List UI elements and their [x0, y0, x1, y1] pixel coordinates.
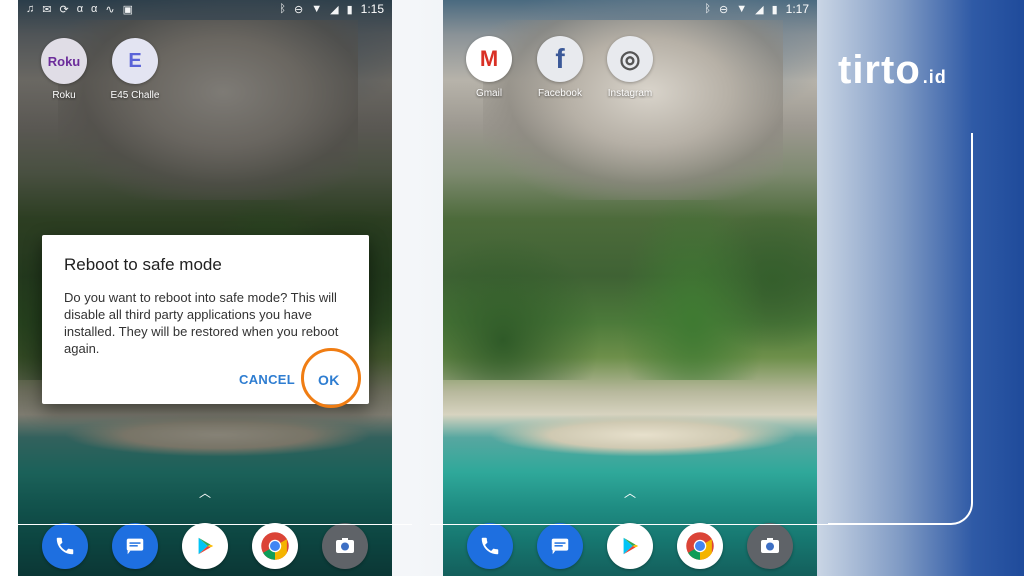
battery-icon: ▮ [346, 3, 353, 16]
camera-icon[interactable] [747, 523, 793, 569]
app-label: Instagram [607, 88, 653, 99]
app-label: Facebook [538, 88, 582, 99]
bluetooth-icon: ᛒ [704, 3, 711, 15]
ok-button[interactable]: OK [318, 372, 340, 388]
app-gmail[interactable]: M Gmail [454, 36, 524, 99]
music-note-icon: ♫ [26, 3, 35, 15]
dialog-message: Do you want to reboot into safe mode? Th… [64, 290, 339, 356]
chevron-up-icon[interactable]: ︿ [623, 484, 637, 500]
system-icons: ᛒ ⊖ ▼ ◢ ▮ 1:15 [279, 2, 384, 16]
e45-icon: E [112, 38, 158, 84]
notification-icons: ♫ ✉ ⟳ α α ∿ ▣ [26, 3, 133, 16]
play-store-icon[interactable] [182, 523, 228, 569]
do-not-disturb-icon: ⊖ [719, 3, 729, 16]
signal-icon: ◢ [755, 3, 764, 16]
wifi-icon: ▼ [736, 3, 748, 15]
app-label: Roku [52, 90, 76, 101]
play-store-icon[interactable] [607, 523, 653, 569]
alpha-icon: α [76, 3, 84, 15]
mail-icon: ✉ [42, 3, 52, 16]
phone-screen-right: ᛒ ⊖ ▼ ◢ ▮ 1:17 M Gmail f Facebook ◎ Inst… [443, 0, 817, 576]
battery-icon: ▮ [771, 3, 778, 16]
status-bar: ♫ ✉ ⟳ α α ∿ ▣ ᛒ ⊖ ▼ ◢ ▮ 1:15 [18, 0, 392, 18]
cancel-button[interactable]: CANCEL [239, 372, 295, 387]
chevron-up-icon[interactable]: ︿ [198, 484, 212, 500]
status-time: 1:15 [360, 2, 384, 16]
phone-app-icon[interactable] [42, 523, 88, 569]
facebook-icon: f [537, 36, 583, 82]
divider-line [0, 524, 412, 525]
do-not-disturb-icon: ⊖ [294, 3, 304, 16]
instagram-icon: ◎ [607, 36, 653, 82]
status-bar: ᛒ ⊖ ▼ ◢ ▮ 1:17 [443, 0, 817, 18]
alpha-icon: α [91, 3, 98, 15]
phone-screen-left: ♫ ✉ ⟳ α α ∿ ▣ ᛒ ⊖ ▼ ◢ ▮ 1:15 Roku Roku E… [18, 0, 392, 576]
divider-line [430, 524, 830, 525]
phone-app-icon[interactable] [467, 523, 513, 569]
app-instagram[interactable]: ◎ Instagram [595, 36, 665, 99]
app-e45-challenge[interactable]: E E45 Challe [100, 38, 170, 101]
messages-app-icon[interactable] [537, 523, 583, 569]
chrome-icon[interactable] [252, 523, 298, 569]
brand-suffix: .id [922, 67, 947, 87]
gmail-icon: M [466, 36, 512, 82]
dialog-title: Reboot to safe mode [64, 255, 222, 274]
camera-icon[interactable] [322, 523, 368, 569]
chrome-icon[interactable] [677, 523, 723, 569]
app-facebook[interactable]: f Facebook [525, 36, 595, 99]
brand-logo: tirto .id [838, 48, 947, 93]
dock [443, 516, 817, 576]
app-roku[interactable]: Roku Roku [29, 38, 99, 101]
roku-icon: Roku [41, 38, 87, 84]
app-label: Gmail [475, 88, 503, 99]
dock [18, 516, 392, 576]
system-icons: ᛒ ⊖ ▼ ◢ ▮ 1:17 [704, 2, 809, 16]
app-label: E45 Challe [110, 90, 160, 101]
messages-app-icon[interactable] [112, 523, 158, 569]
pulse-icon: ∿ [105, 3, 115, 16]
decorative-frame [828, 133, 973, 525]
brand-name: tirto [838, 48, 921, 92]
picture-icon: ▣ [122, 3, 134, 16]
status-time: 1:17 [785, 2, 809, 16]
signal-icon: ◢ [330, 3, 339, 16]
sync-icon: ⟳ [59, 3, 69, 16]
bluetooth-icon: ᛒ [279, 3, 286, 15]
wifi-icon: ▼ [311, 3, 323, 15]
